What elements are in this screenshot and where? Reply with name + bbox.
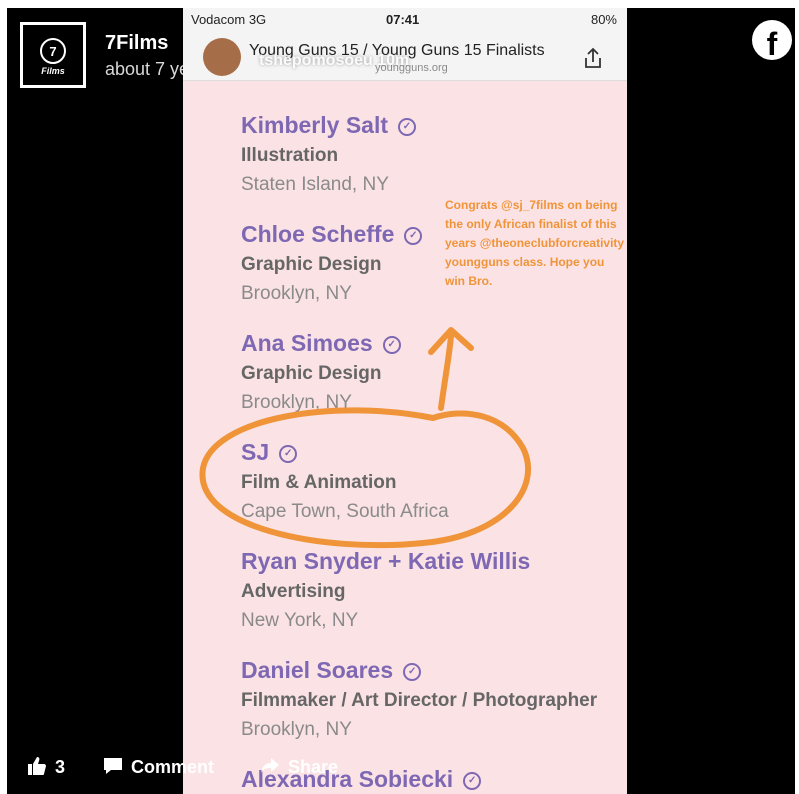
like-button[interactable]: 3 (27, 756, 65, 778)
comment-label: Comment (131, 757, 215, 777)
page-avatar[interactable]: 7 Films (20, 22, 86, 88)
annotation-circle (199, 407, 531, 549)
comment-icon (104, 758, 122, 774)
thumbs-up-icon (28, 757, 46, 775)
logo-text: Films (41, 66, 65, 76)
share-button[interactable]: Share (260, 756, 338, 778)
annotation-arrow-icon (428, 327, 474, 411)
like-count: 3 (55, 757, 66, 777)
share-label: Share (288, 757, 339, 777)
comment-button[interactable]: Comment (103, 756, 214, 778)
facebook-logo-icon[interactable]: f (752, 20, 792, 60)
share-arrow-icon (261, 758, 279, 773)
logo-mark: 7 (40, 38, 66, 64)
annotation-drawing (199, 327, 531, 549)
video-post: 7 Films 7Films about 7 years ago f Vodac… (7, 8, 795, 794)
post-actions-bar: 3 Comment Share (7, 738, 795, 794)
page-name-link[interactable]: 7Films (105, 32, 168, 55)
story-screenshot: Vodacom 3G 07:41 80% Young Guns 15 / You… (183, 8, 627, 794)
